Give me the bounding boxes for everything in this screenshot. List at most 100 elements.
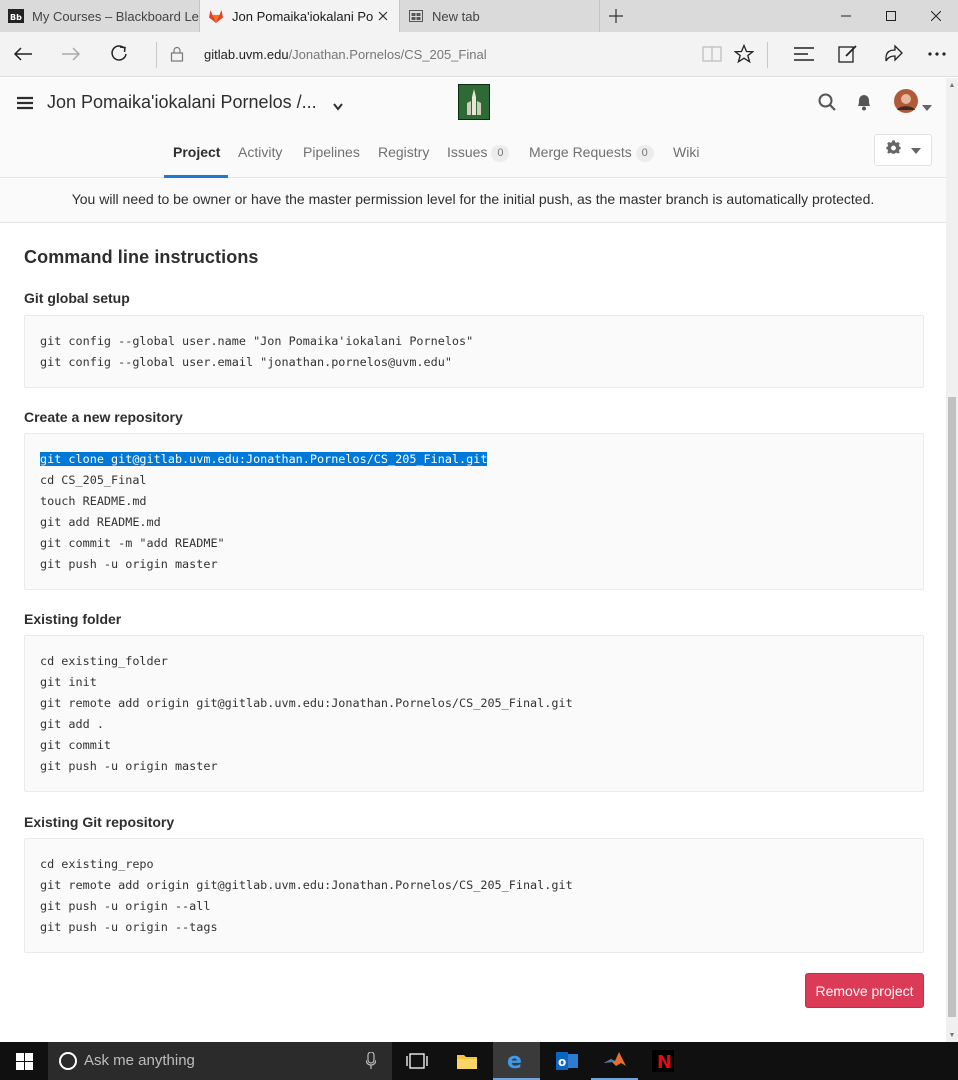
code-line: cd existing_folder (40, 654, 168, 668)
hub-icon[interactable] (792, 42, 816, 66)
windows-taskbar: Ask me anything e o N (0, 1042, 958, 1080)
search-icon[interactable] (818, 93, 836, 116)
address-bar[interactable]: gitlab.uvm.edu/Jonathan.Pornelos/CS_205_… (204, 47, 487, 62)
code-line: git remote add origin git@gitlab.uvm.edu… (40, 878, 573, 892)
forward-arrow-icon[interactable] (59, 42, 83, 66)
code-block-global-setup[interactable]: git config --global user.name "Jon Pomai… (24, 315, 924, 388)
reading-view-icon[interactable] (700, 42, 724, 66)
edge-browser-icon[interactable]: e (493, 1042, 540, 1080)
back-arrow-icon[interactable] (11, 42, 35, 66)
code-line: git commit -m "add README" (40, 536, 225, 550)
scrollbar-thumb[interactable] (948, 397, 956, 1017)
code-line: git add . (40, 717, 104, 731)
lock-icon[interactable] (165, 42, 189, 66)
chevron-down-icon[interactable] (333, 98, 343, 116)
notification-bell-icon[interactable] (855, 93, 873, 116)
close-window-icon[interactable] (913, 0, 958, 32)
code-line: git commit (40, 738, 112, 752)
more-options-icon[interactable] (925, 42, 949, 66)
svg-text:e: e (507, 1049, 522, 1071)
cortana-search-box[interactable]: Ask me anything (48, 1042, 392, 1080)
avatar[interactable] (893, 88, 919, 119)
favorite-star-icon[interactable] (732, 42, 756, 66)
gitlab-header: Jon Pomaika'iokalani Pornelos /... (0, 78, 946, 128)
code-line: git config --global user.email "jonathan… (40, 355, 452, 369)
code-line: cd CS_205_Final (40, 473, 147, 487)
page-scrollbar[interactable]: ▲ ▼ (946, 78, 958, 1042)
caret-down-icon (910, 141, 921, 159)
gear-icon (885, 140, 901, 160)
microphone-icon[interactable] (365, 1051, 377, 1075)
browser-toolbar: gitlab.uvm.edu/Jonathan.Pornelos/CS_205_… (0, 32, 958, 77)
code-line: git push -u origin --all (40, 899, 211, 913)
active-tab-indicator (164, 175, 228, 178)
flash-notice: You will need to be owner or have the ma… (0, 179, 946, 223)
code-line: git add README.md (40, 515, 161, 529)
divider (156, 42, 157, 68)
tab-issues-label: Issues (447, 144, 488, 160)
code-line: git init (40, 675, 97, 689)
code-block-existing-repository[interactable]: cd existing_repogit remote add origin gi… (24, 838, 924, 953)
section-title-existing-folder: Existing folder (24, 611, 122, 627)
hamburger-menu-icon[interactable] (17, 96, 33, 115)
browser-tab-strip: Bb My Courses – Blackboard Le Jon Pomaik… (0, 0, 958, 32)
svg-text:o: o (558, 1055, 566, 1069)
blackboard-icon: Bb (8, 8, 24, 24)
merge-requests-count-badge: 0 (635, 145, 654, 162)
code-line: cd existing_repo (40, 857, 154, 871)
tab-merge-requests[interactable]: Merge Requests 0 (529, 144, 654, 162)
code-line: git push -u origin master (40, 759, 218, 773)
divider (767, 42, 768, 68)
close-tab-icon[interactable] (375, 8, 391, 24)
selected-code-line: git clone git@gitlab.uvm.edu:Jonathan.Po… (40, 452, 488, 466)
url-path: /Jonathan.Pornelos/CS_205_Final (288, 47, 487, 62)
code-block-create-repository[interactable]: git clone git@gitlab.uvm.edu:Jonathan.Po… (24, 433, 924, 590)
section-title-create-repository: Create a new repository (24, 409, 183, 425)
tab-label: My Courses – Blackboard Le (32, 8, 199, 24)
netflix-icon[interactable]: N (639, 1042, 686, 1080)
minimize-icon[interactable] (823, 0, 868, 32)
code-line: git remote add origin git@gitlab.uvm.edu… (40, 696, 573, 710)
page-title: Command line instructions (24, 247, 259, 267)
tab-issues[interactable]: Issues 0 (447, 144, 510, 162)
code-block-existing-folder[interactable]: cd existing_foldergit init git remote add… (24, 635, 924, 792)
caret-down-icon[interactable] (922, 98, 932, 116)
code-line: git config --global user.name "Jon Pomai… (40, 334, 474, 348)
tab-new[interactable]: New tab (400, 0, 600, 32)
outlook-icon[interactable]: o (543, 1042, 590, 1080)
refresh-icon[interactable] (107, 42, 131, 66)
tab-blackboard[interactable]: Bb My Courses – Blackboard Le (0, 0, 200, 32)
tab-pipelines[interactable]: Pipelines (303, 144, 360, 160)
project-nav: Project Activity Pipelines Registry Issu… (0, 128, 946, 178)
tab-label: New tab (432, 8, 480, 24)
file-explorer-icon[interactable] (443, 1042, 490, 1080)
search-placeholder: Ask me anything (84, 1052, 195, 1069)
matlab-icon[interactable] (591, 1042, 638, 1080)
share-icon[interactable] (881, 42, 905, 66)
new-tab-button[interactable] (600, 0, 632, 32)
code-line: git push -u origin master (40, 557, 218, 571)
windows-start-icon[interactable] (0, 1042, 48, 1080)
tab-activity[interactable]: Activity (238, 144, 282, 160)
web-note-icon[interactable] (836, 42, 860, 66)
scroll-down-arrow-icon[interactable]: ▼ (946, 1028, 958, 1042)
newtab-icon (408, 8, 424, 24)
remove-project-button[interactable]: Remove project (805, 973, 924, 1008)
tab-label: Jon Pomaika'iokalani Po (232, 8, 374, 24)
tab-wiki[interactable]: Wiki (673, 144, 699, 160)
maximize-icon[interactable] (868, 0, 913, 32)
section-title-git-global-setup: Git global setup (24, 290, 130, 306)
project-title[interactable]: Jon Pomaika'iokalani Pornelos /... (47, 92, 317, 113)
tab-project[interactable]: Project (173, 144, 220, 160)
organization-logo[interactable] (458, 84, 490, 120)
window-controls (823, 0, 958, 32)
issues-count-badge: 0 (491, 145, 510, 162)
tab-registry[interactable]: Registry (378, 144, 429, 160)
svg-text:N: N (657, 1052, 672, 1073)
url-host: gitlab.uvm.edu (204, 47, 289, 62)
task-view-icon[interactable] (393, 1042, 440, 1080)
tab-merge-requests-label: Merge Requests (529, 144, 632, 160)
project-settings-button[interactable] (874, 134, 932, 166)
tab-gitlab-project[interactable]: Jon Pomaika'iokalani Po (200, 0, 400, 32)
scroll-up-arrow-icon[interactable]: ▲ (946, 78, 958, 92)
